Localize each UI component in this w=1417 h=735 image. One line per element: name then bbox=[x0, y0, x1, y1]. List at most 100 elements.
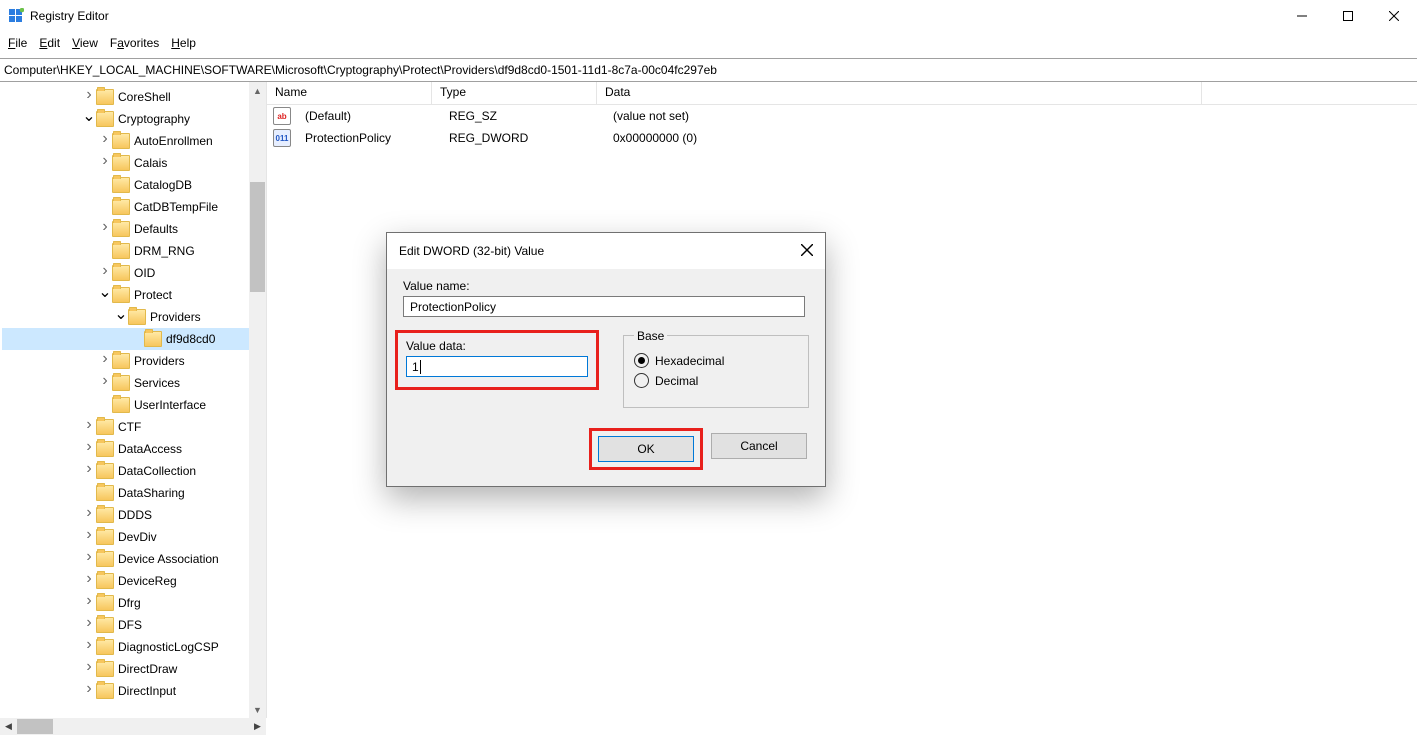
chevron-right-icon[interactable]: › bbox=[82, 526, 96, 544]
tree-item[interactable]: ›DeviceReg bbox=[2, 570, 266, 592]
tree-item-label: df9d8cd0 bbox=[166, 332, 215, 346]
tree-item[interactable]: ⌄ Providers bbox=[2, 306, 266, 328]
tree-item-label: CoreShell bbox=[118, 90, 171, 104]
chevron-right-icon[interactable]: › bbox=[82, 614, 96, 632]
chevron-right-icon[interactable]: › bbox=[98, 262, 112, 280]
folder-icon bbox=[112, 133, 130, 149]
tree-item[interactable]: › Defaults bbox=[2, 218, 266, 240]
tree-vertical-scrollbar[interactable]: ▲ ▼ bbox=[249, 82, 266, 718]
address-bar[interactable]: Computer\HKEY_LOCAL_MACHINE\SOFTWARE\Mic… bbox=[0, 58, 1417, 82]
chevron-right-icon[interactable]: › bbox=[82, 416, 96, 434]
folder-icon bbox=[96, 441, 114, 457]
chevron-right-icon[interactable]: › bbox=[82, 504, 96, 522]
menu-favorites[interactable]: Favorites bbox=[110, 36, 159, 50]
chevron-right-icon[interactable]: › bbox=[82, 438, 96, 456]
value-data-input[interactable]: 1 bbox=[406, 356, 588, 377]
tree-item[interactable]: › Calais bbox=[2, 152, 266, 174]
menu-help[interactable]: Help bbox=[171, 36, 196, 50]
menu-file[interactable]: File bbox=[8, 36, 27, 50]
menu-edit[interactable]: Edit bbox=[39, 36, 60, 50]
chevron-right-icon[interactable]: › bbox=[98, 218, 112, 236]
tree-item[interactable]: CatalogDB bbox=[2, 174, 266, 196]
tree-item-label: DataCollection bbox=[118, 464, 196, 478]
tree-item[interactable]: df9d8cd0 bbox=[2, 328, 266, 350]
tree-item[interactable]: ›Providers bbox=[2, 350, 266, 372]
dialog-close-button[interactable] bbox=[801, 243, 813, 259]
value-row[interactable]: 011ProtectionPolicyREG_DWORD0x00000000 (… bbox=[267, 127, 1417, 149]
scroll-thumb[interactable] bbox=[250, 182, 265, 292]
chevron-right-icon[interactable]: › bbox=[82, 658, 96, 676]
minimize-button[interactable] bbox=[1279, 1, 1325, 31]
radio-decimal[interactable]: Decimal bbox=[634, 373, 798, 388]
tree-item[interactable]: ›DevDiv bbox=[2, 526, 266, 548]
tree-item[interactable]: ›Dfrg bbox=[2, 592, 266, 614]
tree-item[interactable]: ›DirectDraw bbox=[2, 658, 266, 680]
tree-item[interactable]: › DirectInput bbox=[2, 680, 266, 702]
tree-item[interactable]: ⌄Cryptography bbox=[2, 108, 266, 130]
tree-item-label: Providers bbox=[150, 310, 201, 324]
column-header-data[interactable]: Data bbox=[597, 82, 1417, 104]
value-type: REG_SZ bbox=[441, 109, 605, 123]
value-name-input[interactable]: ProtectionPolicy bbox=[403, 296, 805, 317]
menu-view[interactable]: View bbox=[72, 36, 98, 50]
scroll-left-button[interactable]: ◀ bbox=[0, 718, 17, 735]
chevron-right-icon[interactable]: › bbox=[82, 636, 96, 654]
chevron-down-icon[interactable]: ⌄ bbox=[98, 282, 112, 302]
tree-item[interactable]: ›Device Association bbox=[2, 548, 266, 570]
tree-item[interactable]: › AutoEnrollmen bbox=[2, 130, 266, 152]
close-button[interactable] bbox=[1371, 1, 1417, 31]
chevron-down-icon[interactable]: ⌄ bbox=[114, 304, 128, 324]
cancel-button[interactable]: Cancel bbox=[711, 433, 807, 459]
hscroll-thumb[interactable] bbox=[17, 719, 53, 734]
chevron-right-icon[interactable]: › bbox=[82, 86, 96, 104]
maximize-button[interactable] bbox=[1325, 1, 1371, 31]
value-row[interactable]: ab(Default)REG_SZ(value not set) bbox=[267, 105, 1417, 127]
folder-icon bbox=[112, 353, 130, 369]
chevron-right-icon[interactable]: › bbox=[98, 372, 112, 390]
chevron-right-icon[interactable]: › bbox=[98, 130, 112, 148]
column-header-name[interactable]: Name bbox=[267, 82, 432, 104]
chevron-right-icon[interactable]: › bbox=[82, 680, 96, 698]
tree-item[interactable]: ›DataAccess bbox=[2, 438, 266, 460]
value-name: (Default) bbox=[297, 109, 441, 123]
tree-item[interactable]: DataSharing bbox=[2, 482, 266, 504]
chevron-right-icon[interactable]: › bbox=[98, 350, 112, 368]
column-header-type[interactable]: Type bbox=[432, 82, 597, 104]
tree-item-label: Defaults bbox=[134, 222, 178, 236]
address-text[interactable]: Computer\HKEY_LOCAL_MACHINE\SOFTWARE\Mic… bbox=[4, 63, 717, 77]
tree-item[interactable]: UserInterface bbox=[2, 394, 266, 416]
tree-item[interactable]: DRM_RNG bbox=[2, 240, 266, 262]
tree-item-label: DirectInput bbox=[118, 684, 176, 698]
ok-button[interactable]: OK bbox=[598, 436, 694, 462]
tree-item[interactable]: ⌄Protect bbox=[2, 284, 266, 306]
folder-icon bbox=[112, 375, 130, 391]
scroll-down-button[interactable]: ▼ bbox=[249, 701, 266, 718]
chevron-right-icon[interactable]: › bbox=[82, 548, 96, 566]
folder-icon bbox=[112, 287, 130, 303]
title-bar: Registry Editor bbox=[0, 0, 1417, 32]
scroll-up-button[interactable]: ▲ bbox=[249, 82, 266, 99]
tree-item[interactable]: ›Services bbox=[2, 372, 266, 394]
chevron-down-icon[interactable]: ⌄ bbox=[82, 106, 96, 126]
folder-icon bbox=[96, 485, 114, 501]
chevron-right-icon[interactable]: › bbox=[82, 592, 96, 610]
tree-item[interactable]: ›DDDS bbox=[2, 504, 266, 526]
tree-item[interactable]: CatDBTempFile bbox=[2, 196, 266, 218]
tree-item[interactable]: ›CTF bbox=[2, 416, 266, 438]
folder-icon bbox=[96, 529, 114, 545]
chevron-right-icon[interactable]: › bbox=[82, 460, 96, 478]
tree-item-label: AutoEnrollmen bbox=[134, 134, 213, 148]
tree-pane: ›CoreShell⌄Cryptography›AutoEnrollmen›Ca… bbox=[0, 82, 267, 718]
tree-item-label: Calais bbox=[134, 156, 167, 170]
tree-item[interactable]: › DataCollection bbox=[2, 460, 266, 482]
chevron-right-icon[interactable]: › bbox=[98, 152, 112, 170]
tree-item[interactable]: ›OID bbox=[2, 262, 266, 284]
folder-icon bbox=[96, 89, 114, 105]
tree-item[interactable]: ›DFS bbox=[2, 614, 266, 636]
radio-hexadecimal[interactable]: Hexadecimal bbox=[634, 353, 798, 368]
chevron-right-icon[interactable]: › bbox=[82, 570, 96, 588]
scroll-right-button[interactable]: ▶ bbox=[249, 718, 266, 735]
tree-item[interactable]: › CoreShell bbox=[2, 86, 266, 108]
tree-horizontal-scrollbar[interactable]: ◀ ▶ bbox=[0, 718, 266, 735]
tree-item[interactable]: ›DiagnosticLogCSP bbox=[2, 636, 266, 658]
